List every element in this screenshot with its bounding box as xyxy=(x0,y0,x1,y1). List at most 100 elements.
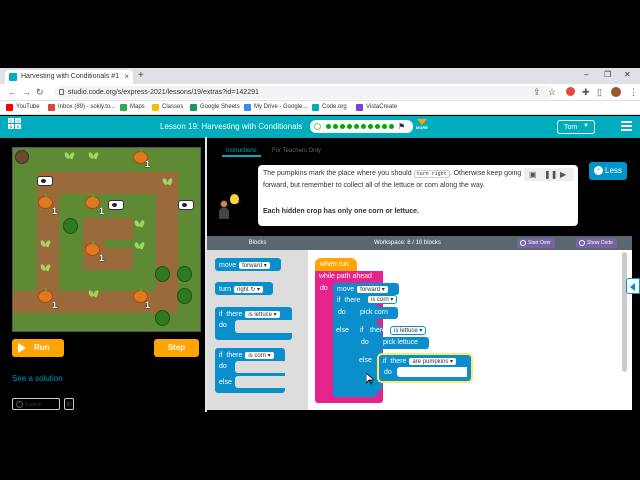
browser-tab-bar: Harvesting with Conditionals #1 × + – ❐ … xyxy=(0,68,640,84)
progress-dot[interactable] xyxy=(354,124,359,129)
progress-dot[interactable] xyxy=(375,124,380,129)
sidebar-icon[interactable]: ▯ xyxy=(597,87,602,98)
start-over-button[interactable]: Start Over xyxy=(517,238,555,248)
pick-corn-block[interactable]: pick corn xyxy=(356,307,398,319)
progress-dot[interactable] xyxy=(333,124,338,129)
immersive-reader-icon[interactable]: ▣ xyxy=(529,170,537,179)
tab-instructions[interactable]: Instructions xyxy=(222,147,261,157)
code-org-icon xyxy=(312,104,319,111)
toolbox-if-lettuce-block[interactable]: if there is lettuce ▾ do xyxy=(215,307,292,340)
workspace-scrollbar[interactable] xyxy=(622,252,627,372)
see-solution-link[interactable]: See a solution xyxy=(12,374,63,383)
sprout xyxy=(89,290,99,298)
show-code-button[interactable]: Show Code xyxy=(576,238,617,248)
language-select[interactable]: English xyxy=(12,398,60,410)
bookmark-classes[interactable]: Classes xyxy=(152,104,183,111)
tree xyxy=(63,218,78,234)
move-direction-dropdown[interactable]: forward ▾ xyxy=(238,261,271,270)
sprout xyxy=(41,240,51,248)
sprout xyxy=(41,264,51,272)
progress-dot[interactable] xyxy=(347,124,352,129)
tree xyxy=(177,288,192,304)
progress-dot[interactable] xyxy=(340,124,345,129)
minimize-icon[interactable]: – xyxy=(584,70,588,79)
pumpkins-condition-dropdown[interactable]: are pumpkins ▾ xyxy=(408,357,458,366)
bookmark-code-org[interactable]: Code.org xyxy=(312,104,347,111)
new-tab-icon[interactable]: + xyxy=(138,70,144,81)
bookmark-star-icon[interactable]: ☆ xyxy=(548,87,556,98)
url-input[interactable]: studio.code.org/s/express-2021/lessons/1… xyxy=(54,86,554,99)
tab-for-teachers[interactable]: For Teachers Only xyxy=(268,147,325,155)
if-pumpkins-block[interactable]: if there are pumpkins ▾ do xyxy=(377,353,473,383)
pumpkin xyxy=(38,288,53,303)
less-button[interactable]: − Less xyxy=(589,162,627,180)
hint-count: 2 xyxy=(238,200,241,206)
lettuce-condition-dropdown[interactable]: is lettuce ▾ xyxy=(244,310,281,319)
toolbox-turn-block[interactable]: turn right ↻ ▾ xyxy=(215,282,273,295)
browser-tab[interactable]: Harvesting with Conditionals #1 × xyxy=(5,70,133,84)
program-move-dropdown[interactable]: forward ▾ xyxy=(356,285,389,294)
pumpkin xyxy=(38,194,53,209)
letterbox-bottom xyxy=(0,412,640,480)
share-icon[interactable]: ⇪ xyxy=(533,87,541,98)
lesson-progress-bar: ⚑ xyxy=(310,120,413,133)
crop-count: 1 xyxy=(145,159,151,169)
maximize-icon[interactable]: ❐ xyxy=(604,70,611,79)
extension-icon[interactable] xyxy=(566,87,575,96)
progress-dot[interactable] xyxy=(326,124,331,129)
progress-dot[interactable] xyxy=(361,124,366,129)
crop-count: 1 xyxy=(52,300,58,310)
bookmark-drive[interactable]: My Drive - Google... xyxy=(244,104,307,111)
cow xyxy=(178,200,194,210)
pick-lettuce-block[interactable]: pick lettuce xyxy=(379,337,429,349)
progress-dot[interactable] xyxy=(389,124,394,129)
lettuce-condition-dropdown-2[interactable]: is lettuce ▾ xyxy=(390,326,427,335)
corn-condition-dropdown-2[interactable]: is corn ▾ xyxy=(367,295,398,304)
more-button[interactable]: MORE xyxy=(415,119,429,130)
sprout xyxy=(65,152,75,160)
extensions-puzzle-icon[interactable]: ✚ xyxy=(582,87,590,98)
gmail-icon xyxy=(48,104,55,111)
close-tab-icon[interactable]: × xyxy=(124,72,129,81)
back-icon[interactable]: ← xyxy=(8,87,17,97)
instruction-tools: ▣ ❚❚ ▶ xyxy=(524,168,574,181)
collapse-panel-tab[interactable] xyxy=(626,278,640,294)
bookmark-youtube[interactable]: YouTube xyxy=(6,104,40,111)
corn-condition-dropdown[interactable]: is corn ▾ xyxy=(244,351,275,360)
user-menu-button[interactable]: Tom ▼ xyxy=(557,120,595,134)
code-org-logo[interactable]: CO DE xyxy=(8,118,28,136)
play-icon xyxy=(18,343,26,353)
reload-icon[interactable]: ↻ xyxy=(36,87,44,98)
program-move-block[interactable]: move forward ▾ xyxy=(333,283,399,295)
hint-button[interactable]: 2 xyxy=(214,194,250,224)
sprout xyxy=(163,178,173,186)
when-run-block[interactable]: when run xyxy=(315,258,357,271)
forward-icon[interactable]: → xyxy=(22,87,31,97)
toolbox-move-block[interactable]: move forward ▾ xyxy=(215,258,281,271)
progress-start-icon[interactable] xyxy=(314,123,321,130)
code-reference: turn right xyxy=(413,170,450,178)
hamburger-menu-icon[interactable] xyxy=(621,121,632,133)
id-button[interactable]: ID xyxy=(64,398,74,410)
finish-flag-icon[interactable]: ⚑ xyxy=(398,122,405,131)
bookmark-maps[interactable]: Maps xyxy=(120,104,145,111)
tree xyxy=(155,310,170,326)
play-audio-icon[interactable]: ▶ xyxy=(560,170,566,179)
toolbox-if-corn-else-block[interactable]: if there is corn ▾ do else xyxy=(215,348,285,393)
run-button[interactable]: Run xyxy=(12,339,64,357)
bookmark-sheets[interactable]: Google Sheets xyxy=(190,104,240,111)
menu-dots-icon[interactable]: ⋮ xyxy=(629,87,638,98)
youtube-icon xyxy=(6,104,13,111)
progress-dot[interactable] xyxy=(382,124,387,129)
bookmark-inbox[interactable]: Inbox (89) - sokly.to... xyxy=(48,104,115,111)
path-segment xyxy=(37,291,178,313)
profile-avatar[interactable] xyxy=(611,87,621,97)
close-window-icon[interactable]: ✕ xyxy=(624,70,631,79)
pause-icon[interactable]: ❚❚ xyxy=(544,170,557,179)
bookmark-vistacreate[interactable]: VistaCreate xyxy=(356,104,397,111)
drive-icon xyxy=(244,104,251,111)
step-button[interactable]: Step xyxy=(154,339,199,357)
progress-dot[interactable] xyxy=(368,124,373,129)
turn-direction-dropdown[interactable]: right ↻ ▾ xyxy=(233,285,265,294)
sprout xyxy=(135,220,145,228)
